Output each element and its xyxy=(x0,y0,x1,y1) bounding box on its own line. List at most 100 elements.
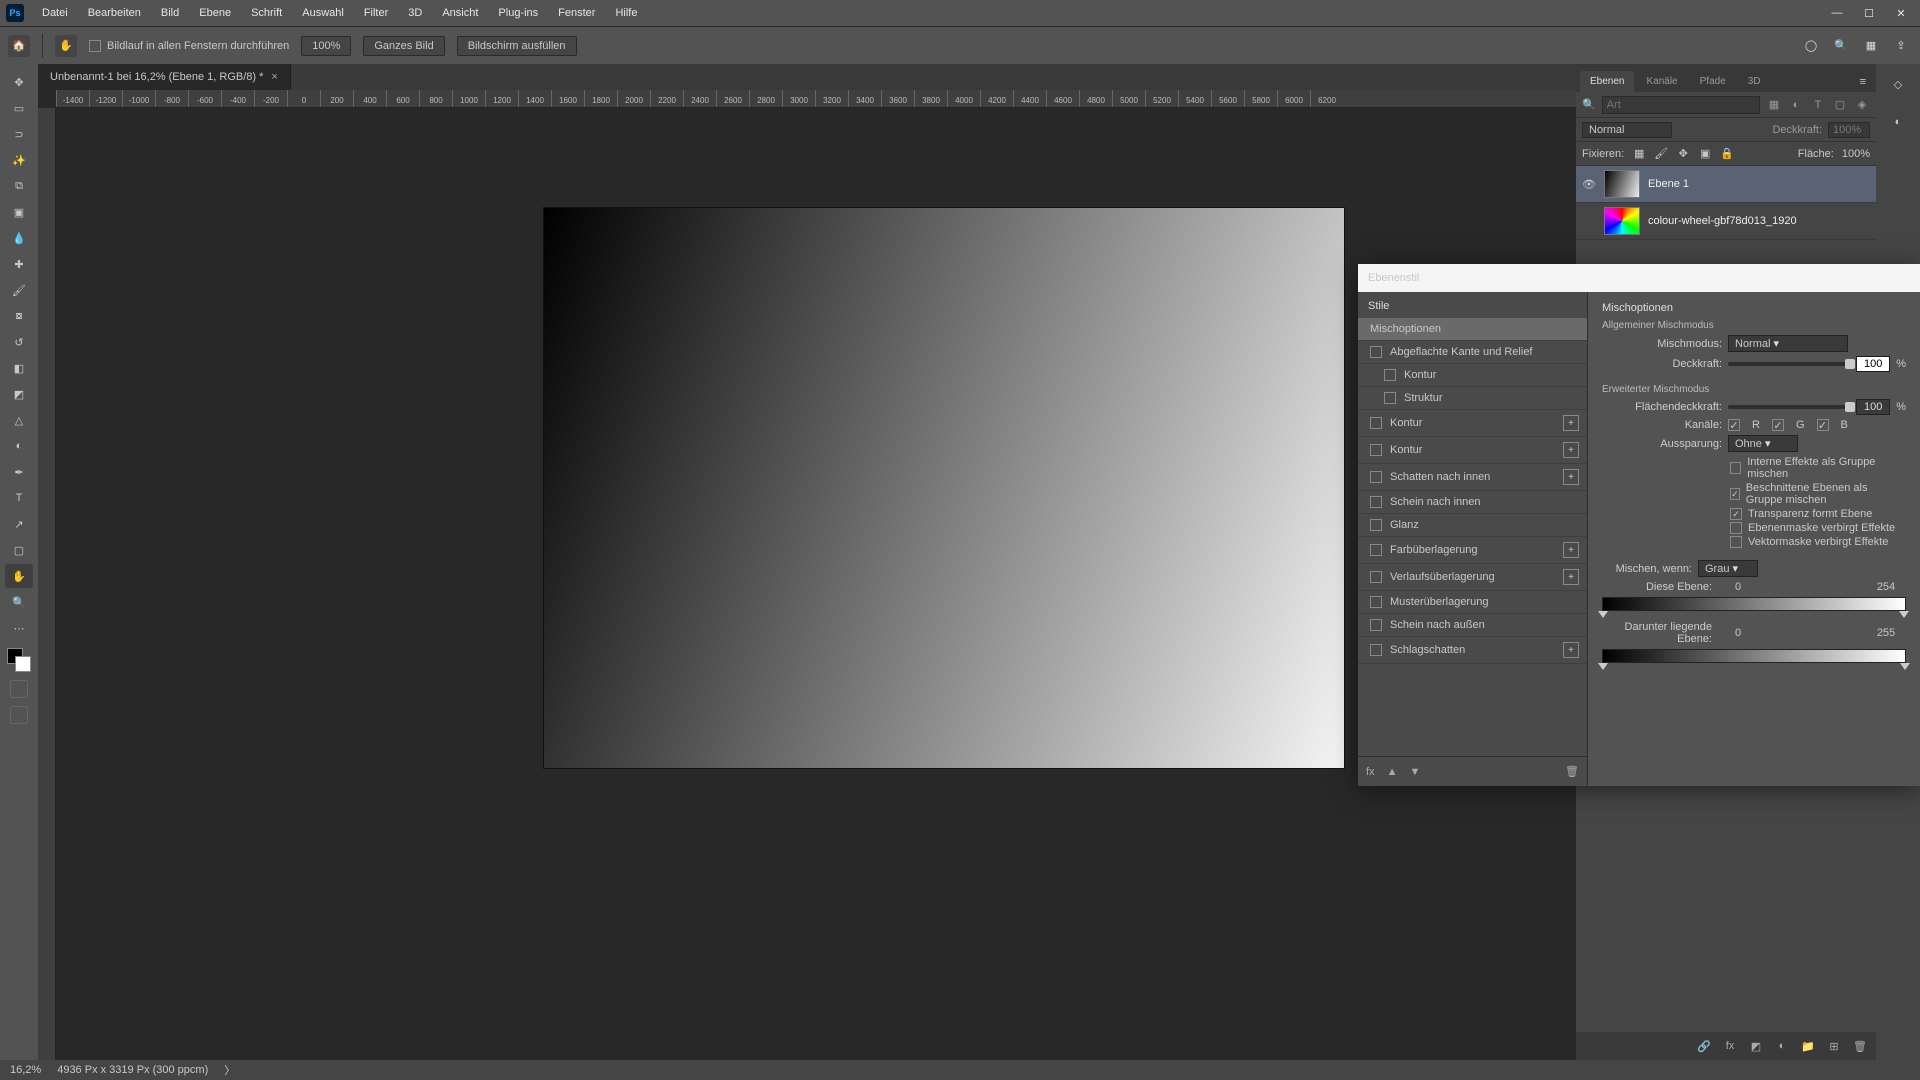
tool-gradient[interactable]: ◩ xyxy=(5,382,33,406)
clipped-layers-checkbox[interactable] xyxy=(1730,488,1740,500)
filter-type-icon[interactable]: T xyxy=(1810,97,1826,113)
fill-screen-button[interactable]: Bildschirm ausfüllen xyxy=(457,36,577,56)
dialog-titlebar[interactable]: Ebenenstil xyxy=(1358,264,1920,292)
effect-checkbox[interactable] xyxy=(1370,544,1382,556)
tool-shape[interactable]: ▢ xyxy=(5,538,33,562)
tool-stamp[interactable]: ⧇ xyxy=(5,304,33,328)
tab-kanaele[interactable]: Kanäle xyxy=(1636,71,1687,92)
status-arrow-icon[interactable]: 〉 xyxy=(224,1062,235,1078)
filter-shape-icon[interactable]: ▢ xyxy=(1832,97,1848,113)
tool-type[interactable]: T xyxy=(5,486,33,510)
effect-row[interactable]: Schatten nach innen+ xyxy=(1358,464,1587,491)
layer-mask-icon[interactable]: ◩ xyxy=(1748,1038,1764,1054)
menu-filter[interactable]: Filter xyxy=(356,3,396,23)
blend-mode-dropdown[interactable]: Normal ▾ xyxy=(1728,335,1848,352)
effect-checkbox[interactable] xyxy=(1370,644,1382,656)
new-layer-icon[interactable]: ⊞ xyxy=(1826,1038,1842,1054)
this-layer-black-handle[interactable] xyxy=(1598,611,1608,618)
effect-checkbox[interactable] xyxy=(1370,346,1382,358)
effect-row[interactable]: Verlaufsüberlagerung+ xyxy=(1358,564,1587,591)
window-maximize-button[interactable]: ☐ xyxy=(1856,3,1882,23)
lock-all-icon[interactable]: 🔒 xyxy=(1720,147,1734,161)
menu-3d[interactable]: 3D xyxy=(400,3,430,23)
tool-blur[interactable]: △ xyxy=(5,408,33,432)
tool-wand[interactable]: ✨ xyxy=(5,148,33,172)
add-effect-icon[interactable]: + xyxy=(1563,415,1579,431)
menu-hilfe[interactable]: Hilfe xyxy=(607,3,645,23)
tab-pfade[interactable]: Pfade xyxy=(1690,71,1736,92)
close-tab-icon[interactable]: × xyxy=(271,71,277,83)
tool-edit-toolbar[interactable]: ⋯ xyxy=(5,616,33,640)
menu-plugins[interactable]: Plug-ins xyxy=(490,3,546,23)
layer-filter-input[interactable] xyxy=(1602,96,1760,114)
document-tab[interactable]: Unbenannt-1 bei 16,2% (Ebene 1, RGB/8) *… xyxy=(38,64,291,90)
add-effect-icon[interactable]: + xyxy=(1563,469,1579,485)
effect-row[interactable]: Glanz xyxy=(1358,514,1587,537)
effect-checkbox[interactable] xyxy=(1370,571,1382,583)
tool-eyedropper[interactable]: 💧 xyxy=(5,226,33,250)
lock-transparency-icon[interactable]: ▦ xyxy=(1632,147,1646,161)
tool-move[interactable]: ✥ xyxy=(5,70,33,94)
effect-row[interactable]: Kontur xyxy=(1358,364,1587,387)
tab-ebenen[interactable]: Ebenen xyxy=(1580,71,1634,92)
effect-row[interactable]: Schein nach innen xyxy=(1358,491,1587,514)
effect-checkbox[interactable] xyxy=(1370,519,1382,531)
status-docinfo[interactable]: 4936 Px x 3319 Px (300 ppcm) xyxy=(57,1064,208,1076)
channel-b-checkbox[interactable]: ✓ xyxy=(1817,419,1829,431)
search-icon[interactable]: 🔍 xyxy=(1830,35,1852,57)
window-minimize-button[interactable]: — xyxy=(1824,3,1850,23)
menu-bearbeiten[interactable]: Bearbeiten xyxy=(80,3,149,23)
tool-crop[interactable]: ⧉ xyxy=(5,174,33,198)
layer-row[interactable]: colour-wheel-gbf78d013_1920 xyxy=(1576,203,1876,240)
blend-mode-select[interactable]: Normal xyxy=(1582,122,1672,138)
quickmask-icon[interactable] xyxy=(10,680,28,698)
effect-row[interactable]: Abgeflachte Kante und Relief xyxy=(1358,341,1587,364)
layer-thumbnail[interactable] xyxy=(1604,207,1640,235)
menu-schrift[interactable]: Schrift xyxy=(243,3,290,23)
underlying-white-handle[interactable] xyxy=(1900,663,1910,670)
add-effect-icon[interactable]: + xyxy=(1563,442,1579,458)
menu-fenster[interactable]: Fenster xyxy=(550,3,603,23)
opacity-value[interactable]: 100% xyxy=(1828,122,1870,138)
tool-pen[interactable]: ✒ xyxy=(5,460,33,484)
visibility-icon[interactable]: 👁 xyxy=(1582,178,1596,191)
this-layer-white-handle[interactable] xyxy=(1899,611,1909,618)
link-layers-icon[interactable]: 🔗 xyxy=(1696,1038,1712,1054)
effect-checkbox[interactable] xyxy=(1370,471,1382,483)
add-effect-icon[interactable]: + xyxy=(1563,542,1579,558)
document-canvas[interactable] xyxy=(544,208,1344,768)
dock-layers-icon[interactable]: ◇ xyxy=(1886,72,1910,96)
this-layer-gradient-slider[interactable] xyxy=(1602,597,1906,611)
underlying-black-handle[interactable] xyxy=(1598,663,1608,670)
menu-datei[interactable]: Datei xyxy=(34,3,76,23)
effect-row[interactable]: Musterüberlagerung xyxy=(1358,591,1587,614)
lock-artboard-icon[interactable]: ▣ xyxy=(1698,147,1712,161)
effect-row[interactable]: Schein nach außen xyxy=(1358,614,1587,637)
knockout-dropdown[interactable]: Ohne ▾ xyxy=(1728,435,1798,452)
effect-row[interactable]: Farbüberlagerung+ xyxy=(1358,537,1587,564)
fill-opacity-input[interactable]: 100 xyxy=(1856,399,1890,415)
tool-heal[interactable]: ✚ xyxy=(5,252,33,276)
underlying-gradient-slider[interactable] xyxy=(1602,649,1906,663)
channel-r-checkbox[interactable]: ✓ xyxy=(1728,419,1740,431)
vector-mask-hides-checkbox[interactable] xyxy=(1730,536,1742,548)
add-effect-icon[interactable]: + xyxy=(1563,569,1579,585)
tab-3d[interactable]: 3D xyxy=(1738,71,1771,92)
layer-mask-hides-checkbox[interactable] xyxy=(1730,522,1742,534)
fit-all-button[interactable]: Ganzes Bild xyxy=(363,36,444,56)
workspace-icon[interactable]: ▦ xyxy=(1860,35,1882,57)
layer-thumbnail[interactable] xyxy=(1604,170,1640,198)
filter-adjust-icon[interactable]: ◐ xyxy=(1788,97,1804,113)
opacity-input[interactable]: 100 xyxy=(1856,356,1890,372)
filter-image-icon[interactable]: ▦ xyxy=(1766,97,1782,113)
filter-smart-icon[interactable]: ◈ xyxy=(1854,97,1870,113)
adjustment-layer-icon[interactable]: ◐ xyxy=(1774,1038,1790,1054)
effect-row[interactable]: Mischoptionen xyxy=(1358,318,1587,341)
menu-ebene[interactable]: Ebene xyxy=(191,3,239,23)
move-up-icon[interactable]: ▲ xyxy=(1387,766,1398,778)
effect-row[interactable]: Schlagschatten+ xyxy=(1358,637,1587,664)
opacity-slider[interactable] xyxy=(1728,362,1850,366)
effect-row[interactable]: Struktur xyxy=(1358,387,1587,410)
layer-name[interactable]: colour-wheel-gbf78d013_1920 xyxy=(1648,215,1797,227)
dock-channels-icon[interactable]: ◐ xyxy=(1886,110,1910,134)
